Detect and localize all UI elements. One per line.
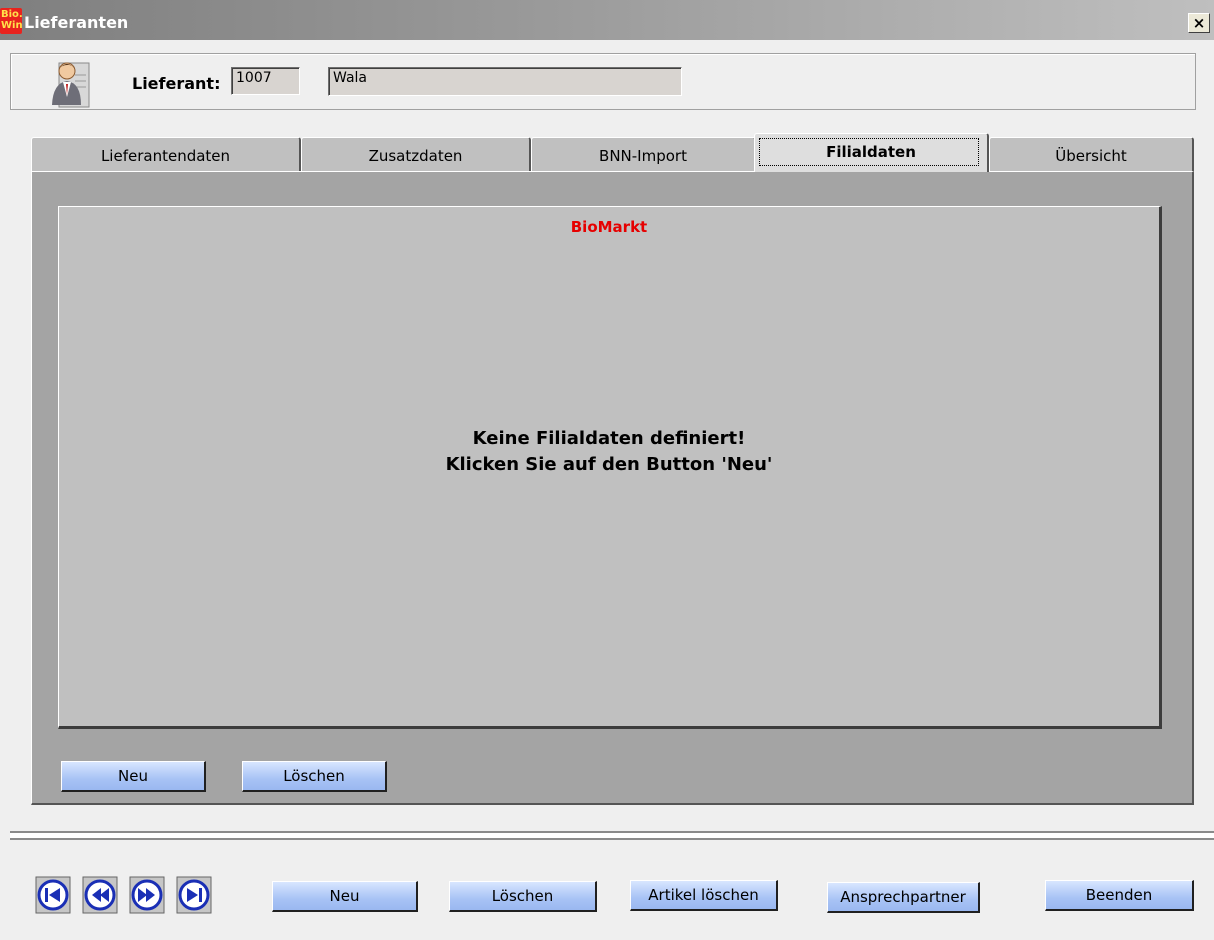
filialdaten-page: BioMarkt Keine Filialdaten definiert! Kl…: [31, 171, 1194, 805]
next-record-icon[interactable]: [129, 876, 165, 914]
branch-new-button[interactable]: Neu: [61, 761, 206, 792]
supplier-number-field[interactable]: 1007: [231, 67, 300, 95]
tab-label: Lieferantendaten: [100, 147, 231, 165]
tab-uebersicht[interactable]: Übersicht: [989, 137, 1194, 172]
delete-button[interactable]: Löschen: [449, 881, 597, 912]
tab-lieferantendaten[interactable]: Lieferantendaten: [31, 137, 301, 172]
close-icon: ×: [1192, 14, 1206, 32]
tab-label: BNN-Import: [599, 147, 687, 165]
title-bar: Bio. Win Lieferanten ×: [0, 0, 1214, 40]
first-record-icon[interactable]: [35, 876, 71, 914]
tab-bnn-import[interactable]: BNN-Import: [531, 137, 756, 172]
empty-message: Keine Filialdaten definiert! Klicken Sie…: [59, 426, 1159, 478]
branch-delete-button[interactable]: Löschen: [242, 761, 387, 792]
exit-button[interactable]: Beenden: [1045, 880, 1194, 911]
delete-articles-button[interactable]: Artikel löschen: [630, 880, 778, 911]
tab-label: Übersicht: [1055, 147, 1127, 165]
branch-title: BioMarkt: [570, 218, 648, 236]
new-button[interactable]: Neu: [272, 881, 418, 912]
logo-line2: Win: [1, 20, 22, 31]
supplier-label: Lieferant:: [132, 74, 221, 93]
lieferanten-window: Bio. Win Lieferanten × Lieferant: 1007 W…: [0, 0, 1214, 940]
button-label: Neu: [329, 887, 360, 905]
button-label: Artikel löschen: [648, 886, 759, 904]
branch-panel: BioMarkt Keine Filialdaten definiert! Kl…: [58, 206, 1162, 729]
close-button[interactable]: ×: [1188, 13, 1210, 33]
contact-person-button[interactable]: Ansprechpartner: [827, 882, 980, 913]
tab-strip: Lieferantendaten Zusatzdaten BNN-Import …: [31, 133, 1194, 172]
empty-message-line1: Keine Filialdaten definiert!: [472, 428, 746, 449]
focus-rectangle: [759, 138, 979, 166]
supplier-name-field[interactable]: Wala: [328, 67, 682, 96]
biowin-logo-icon: Bio. Win: [0, 8, 22, 34]
button-label: Löschen: [283, 767, 345, 785]
button-label: Neu: [118, 767, 148, 785]
tab-zusatzdaten[interactable]: Zusatzdaten: [301, 137, 531, 172]
button-label: Löschen: [491, 887, 554, 905]
tab-label: Zusatzdaten: [368, 147, 463, 165]
empty-message-line2: Klicken Sie auf den Button 'Neu': [445, 454, 773, 475]
supplier-header: Lieferant: 1007 Wala: [10, 53, 1196, 110]
footer-separator: [10, 831, 1214, 840]
button-label: Ansprechpartner: [840, 888, 966, 906]
button-label: Beenden: [1085, 886, 1153, 904]
last-record-icon[interactable]: [176, 876, 212, 914]
window-title: Lieferanten: [24, 13, 129, 32]
tab-filialdaten[interactable]: Filialdaten: [754, 133, 989, 172]
previous-record-icon[interactable]: [82, 876, 118, 914]
logo-line1: Bio.: [1, 9, 22, 20]
person-icon: [52, 62, 90, 108]
